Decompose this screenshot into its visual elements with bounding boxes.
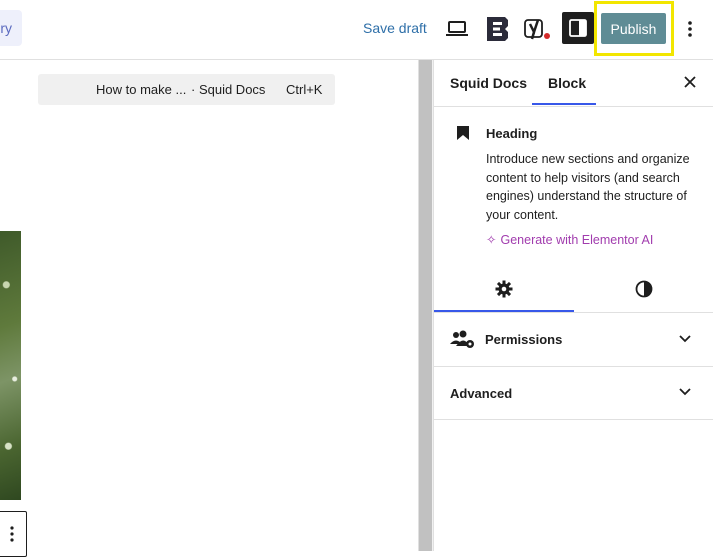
- gallery-chip[interactable]: ry: [0, 10, 22, 46]
- advanced-panel[interactable]: Advanced: [434, 367, 713, 420]
- editor-top-bar: ry Save draft Publish: [0, 0, 713, 60]
- block-card: Heading Introduce new sections and organ…: [434, 107, 713, 262]
- generate-ai-button[interactable]: ✧ Generate with Elementor AI: [486, 232, 653, 247]
- block-description: Introduce new sections and organize cont…: [486, 152, 690, 222]
- tab-settings[interactable]: [434, 266, 574, 312]
- sidebar-toggle-icon: [569, 19, 587, 37]
- gear-icon: [495, 280, 513, 298]
- preview-button[interactable]: [440, 12, 474, 46]
- yoast-icon: [524, 19, 550, 40]
- permissions-panel[interactable]: Permissions: [434, 314, 713, 367]
- settings-sidebar: Squid Docs Block Heading Introduce new s…: [433, 60, 713, 551]
- advanced-label: Advanced: [450, 386, 513, 401]
- save-draft-button[interactable]: Save draft: [363, 20, 427, 36]
- contrast-icon: [635, 280, 653, 298]
- block-toolbar-options[interactable]: [0, 511, 27, 557]
- canvas-scrollbar-thumb[interactable]: [419, 60, 432, 551]
- publish-button[interactable]: Publish: [601, 13, 666, 44]
- close-icon: [684, 76, 696, 88]
- tab-block[interactable]: Block: [548, 75, 586, 91]
- block-name: Heading: [486, 126, 538, 141]
- more-vertical-icon: [688, 21, 692, 37]
- chevron-down-icon: [679, 388, 691, 396]
- tab-document[interactable]: Squid Docs: [450, 75, 527, 91]
- yoast-button[interactable]: [520, 12, 554, 46]
- site-name: · Squid Docs: [191, 82, 266, 97]
- chevron-down-icon: [679, 335, 691, 343]
- eb-icon: [487, 17, 508, 41]
- active-tab-indicator: [532, 103, 596, 105]
- options-button[interactable]: [680, 14, 700, 44]
- sidebar-tabs: Squid Docs Block: [434, 60, 713, 107]
- permissions-label: Permissions: [485, 332, 563, 347]
- more-vertical-icon: [9, 526, 14, 542]
- essential-blocks-button[interactable]: [480, 12, 514, 46]
- active-inspector-tab-indicator: [434, 310, 574, 312]
- image-block[interactable]: [0, 231, 21, 500]
- document-title: How to make ...: [96, 82, 187, 97]
- settings-toggle-button[interactable]: [562, 12, 594, 44]
- close-sidebar-button[interactable]: [680, 72, 700, 92]
- block-inspector-tabs: [434, 266, 713, 313]
- laptop-icon: [446, 21, 468, 36]
- gallery-chip-label: ry: [0, 20, 12, 36]
- bookmark-icon: [457, 126, 469, 140]
- tab-styles[interactable]: [574, 266, 713, 312]
- users-gear-icon: [450, 330, 474, 348]
- command-shortcut: Ctrl+K: [286, 82, 323, 97]
- command-palette-bar[interactable]: How to make ... · Squid Docs Ctrl+K: [38, 74, 335, 105]
- sparkle-icon: ✧: [486, 233, 497, 247]
- generate-ai-label: Generate with Elementor AI: [500, 233, 654, 247]
